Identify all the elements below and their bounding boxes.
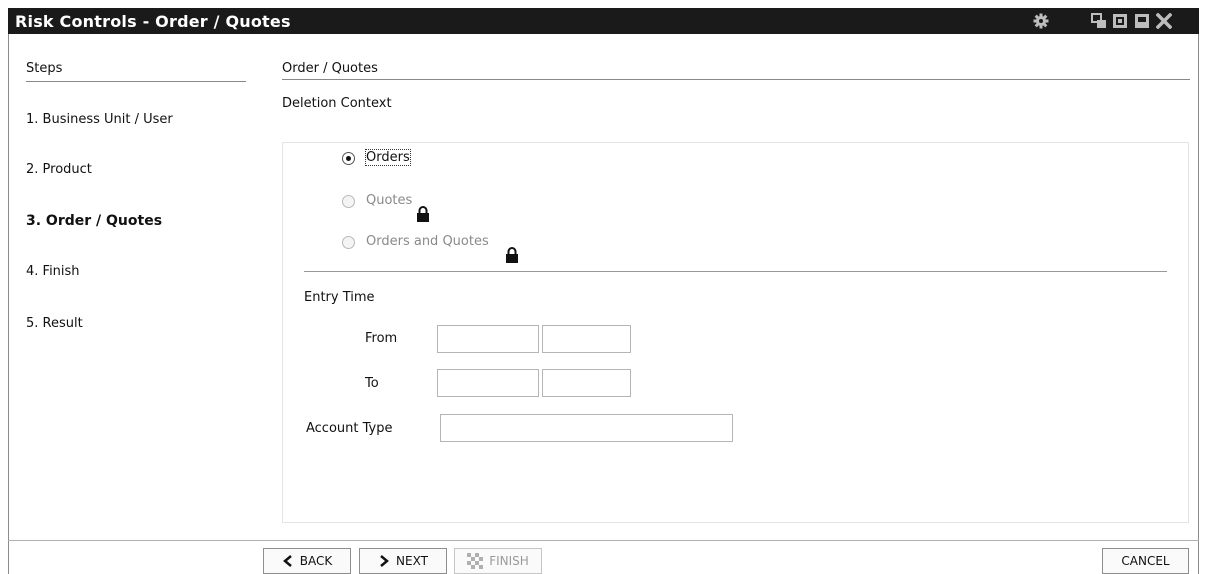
window-title: Risk Controls - Order / Quotes bbox=[15, 12, 291, 31]
finish-button-label: FINISH bbox=[489, 554, 529, 568]
to-label: To bbox=[365, 376, 379, 391]
lock-icon bbox=[417, 206, 429, 222]
quotes-radio[interactable] bbox=[342, 195, 355, 208]
pin-icon[interactable] bbox=[1112, 13, 1128, 29]
from-time-input[interactable] bbox=[542, 325, 631, 353]
orders-radio[interactable] bbox=[342, 152, 355, 165]
maximize-icon[interactable] bbox=[1134, 13, 1150, 29]
chevron-left-icon bbox=[282, 555, 292, 567]
step-order-quotes[interactable]: 3. Order / Quotes bbox=[26, 213, 162, 229]
footer-divider bbox=[8, 540, 1199, 541]
to-date-input[interactable] bbox=[437, 369, 539, 397]
orders-and-quotes-radio[interactable] bbox=[342, 236, 355, 249]
account-type-input[interactable] bbox=[440, 414, 733, 442]
restore-icon[interactable] bbox=[1091, 13, 1107, 29]
orders-and-quotes-radio-label: Orders and Quotes bbox=[366, 234, 489, 249]
step-finish[interactable]: 4. Finish bbox=[26, 264, 80, 279]
section-divider bbox=[304, 271, 1167, 272]
next-button[interactable]: NEXT bbox=[359, 548, 447, 574]
deletion-context-label: Deletion Context bbox=[282, 96, 392, 111]
orders-radio-label[interactable]: Orders bbox=[365, 149, 411, 166]
account-type-label: Account Type bbox=[306, 421, 393, 436]
lock-icon bbox=[506, 247, 518, 263]
page-title: Order / Quotes bbox=[282, 61, 378, 76]
chevron-right-icon bbox=[380, 555, 389, 567]
from-label: From bbox=[365, 331, 398, 346]
cancel-button-label: CANCEL bbox=[1121, 554, 1170, 568]
gear-icon[interactable] bbox=[1033, 13, 1049, 29]
step-result[interactable]: 5. Result bbox=[26, 316, 83, 331]
back-button-label: BACK bbox=[299, 554, 333, 568]
next-button-label: NEXT bbox=[396, 554, 428, 568]
radio-selected-dot bbox=[346, 156, 351, 161]
title-bar: Risk Controls - Order / Quotes bbox=[8, 8, 1199, 34]
quotes-radio-label: Quotes bbox=[366, 193, 413, 208]
cancel-button[interactable]: CANCEL bbox=[1102, 548, 1189, 574]
deletion-context-panel bbox=[282, 142, 1189, 523]
entry-time-label: Entry Time bbox=[304, 290, 375, 305]
step-product[interactable]: 2. Product bbox=[26, 162, 92, 177]
back-button[interactable]: BACK bbox=[263, 548, 351, 574]
from-date-input[interactable] bbox=[437, 325, 539, 353]
checkered-flag-icon bbox=[467, 553, 484, 569]
steps-header: Steps bbox=[26, 61, 63, 76]
finish-button[interactable]: FINISH bbox=[454, 548, 542, 574]
title-divider bbox=[282, 79, 1190, 80]
to-time-input[interactable] bbox=[542, 369, 631, 397]
step-business-unit[interactable]: 1. Business Unit / User bbox=[26, 112, 173, 127]
steps-divider bbox=[26, 81, 246, 82]
close-icon[interactable] bbox=[1156, 13, 1172, 29]
